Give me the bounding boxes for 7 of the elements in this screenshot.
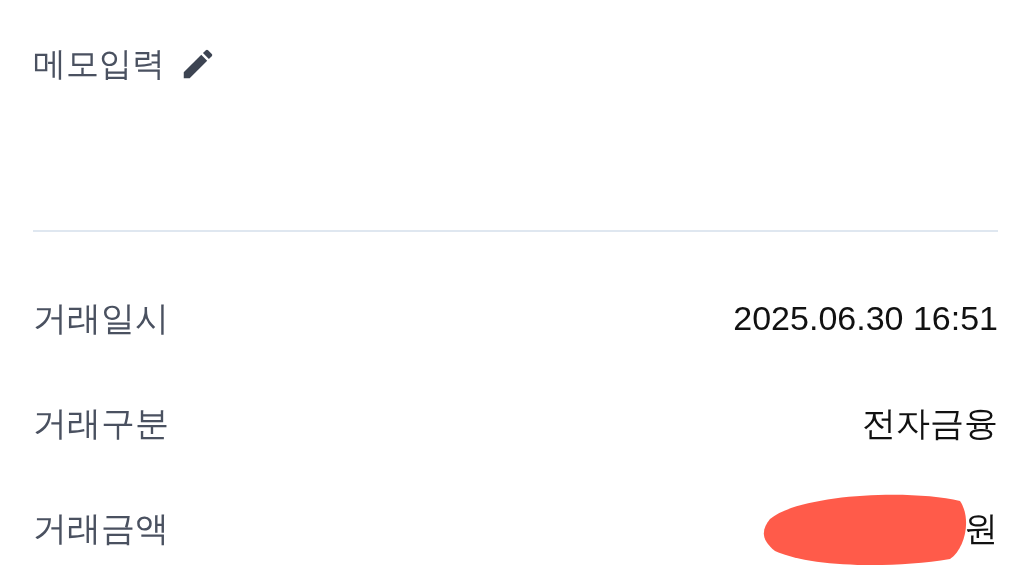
detail-value: 2025.06.30 16:51 (733, 299, 998, 338)
detail-label: 거래금액 (33, 506, 169, 550)
detail-label: 거래일시 (33, 296, 169, 340)
detail-value: 전자금융 (862, 402, 998, 444)
detail-value: 원 (964, 507, 998, 549)
detail-label: 거래구분 (33, 401, 169, 445)
memo-label: 메모입력 (33, 42, 165, 85)
